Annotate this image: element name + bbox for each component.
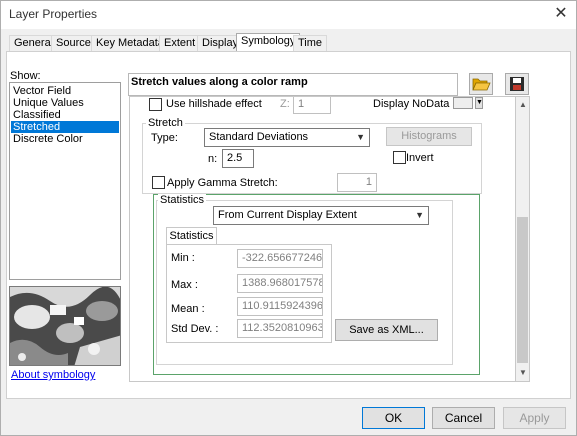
gamma-stretch-label: Apply Gamma Stretch: <box>167 177 278 189</box>
show-list: Vector Field Unique Values Classified St… <box>9 82 121 280</box>
stretch-group-label: Stretch <box>146 117 185 129</box>
statistics-group-label: Statistics <box>158 194 207 206</box>
tab-key-metadata[interactable]: Key Metadata <box>91 35 169 51</box>
save-button[interactable] <box>505 73 529 95</box>
invert-label: Invert <box>406 152 434 164</box>
scroll-up-icon[interactable]: ▲ <box>519 100 527 109</box>
nodata-color-swatch[interactable] <box>453 97 473 109</box>
chevron-down-icon: ▼ <box>415 210 424 220</box>
hillshade-checkbox[interactable] <box>149 98 162 111</box>
invert-checkbox[interactable] <box>393 151 406 164</box>
chevron-down-icon: ▼ <box>356 132 365 142</box>
scroll-down-icon[interactable]: ▼ <box>519 368 527 377</box>
cancel-button[interactable]: Cancel <box>432 407 495 429</box>
tab-extent[interactable]: Extent <box>159 35 201 51</box>
title-bar: Layer Properties ✕ <box>1 1 576 29</box>
statistics-source-value: From Current Display Extent <box>218 209 357 221</box>
mean-value: 110.91159243964 <box>237 297 323 316</box>
content-scrollbar[interactable]: ▲ ▼ <box>515 96 530 382</box>
max-label: Max : <box>171 279 198 291</box>
tab-time[interactable]: Time <box>293 35 328 51</box>
gamma-stretch-checkbox[interactable] <box>152 176 165 189</box>
gamma-input[interactable]: 1 <box>337 173 377 192</box>
layer-properties-dialog: Layer Properties ✕ General Source Key Me… <box>0 0 577 436</box>
n-input[interactable]: 2.5 <box>222 149 254 168</box>
folder-open-icon <box>472 78 491 91</box>
symbology-preview-image <box>9 286 121 366</box>
show-item-discrete-color[interactable]: Discrete Color <box>11 133 119 145</box>
z-label: Z: <box>280 98 290 110</box>
save-icon <box>510 77 524 91</box>
histograms-button[interactable]: Histograms <box>386 127 472 146</box>
open-button[interactable] <box>469 73 493 95</box>
apply-button[interactable]: Apply <box>503 407 566 429</box>
ok-button[interactable]: OK <box>362 407 425 429</box>
renderer-heading-box: Stretch values along a color ramp <box>128 73 458 96</box>
window-title: Layer Properties <box>9 7 98 21</box>
tab-statistics[interactable]: Statistics <box>166 227 217 245</box>
save-as-xml-button[interactable]: Save as XML... <box>335 319 438 341</box>
tab-source[interactable]: Source <box>51 35 96 51</box>
renderer-heading: Stretch values along a color ramp <box>131 76 308 88</box>
show-item-unique-values[interactable]: Unique Values <box>11 97 119 109</box>
nodata-label: Display NoData as <box>373 98 465 110</box>
stretch-type-select[interactable]: Standard Deviations ▼ <box>204 128 370 147</box>
scroll-thumb[interactable] <box>517 217 528 363</box>
min-value: -322.65667724609 <box>237 249 323 268</box>
close-icon[interactable]: ✕ <box>550 3 572 25</box>
max-value: 1388.9680175781 <box>237 274 323 293</box>
hillshade-label: Use hillshade effect <box>166 98 262 110</box>
show-label: Show: <box>10 70 41 82</box>
show-item-stretched[interactable]: Stretched <box>11 121 119 133</box>
show-item-classified[interactable]: Classified <box>11 109 119 121</box>
min-label: Min : <box>171 252 195 264</box>
z-factor-input[interactable]: 1 <box>293 97 331 114</box>
stretch-type-value: Standard Deviations <box>209 131 309 143</box>
about-symbology-link[interactable]: About symbology <box>11 369 95 381</box>
n-label: n: <box>208 153 218 165</box>
stretch-type-label: Type: <box>151 132 178 144</box>
std-dev-value: 112.35208109633 <box>237 319 323 338</box>
nodata-dropdown-icon[interactable]: ▼ <box>475 97 483 109</box>
statistics-source-select[interactable]: From Current Display Extent ▼ <box>213 206 429 225</box>
mean-label: Mean : <box>171 303 205 315</box>
show-item-vector-field[interactable]: Vector Field <box>11 85 119 97</box>
tab-symbology[interactable]: Symbology <box>236 33 301 52</box>
std-dev-label: Std Dev. : <box>171 323 219 335</box>
